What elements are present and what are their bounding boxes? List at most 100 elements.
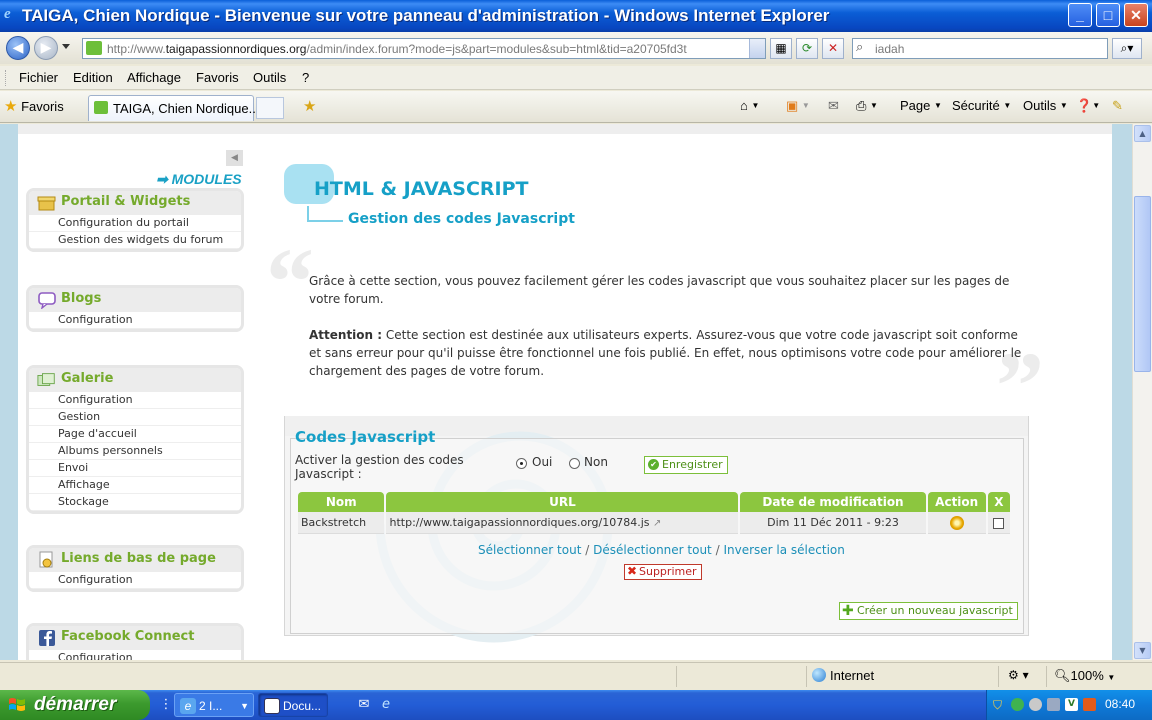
sidebar-item-envoi[interactable]: Envoi bbox=[29, 460, 241, 477]
row-checkbox[interactable] bbox=[993, 517, 1005, 529]
sidebar-item-configuration-portail[interactable]: Configuration du portail bbox=[29, 215, 241, 232]
protected-mode-icon[interactable]: ⚙ ▾ bbox=[1008, 668, 1029, 682]
security-menu[interactable]: Sécurité ▼ bbox=[952, 98, 1011, 113]
create-javascript-button[interactable]: ✚ Créer un nouveau javascript bbox=[839, 602, 1018, 620]
cell-url[interactable]: http://www.taigapassionnordiques.org/107… bbox=[386, 512, 739, 534]
status-divider bbox=[1046, 666, 1047, 687]
tab-active[interactable]: TAIGA, Chien Nordique... bbox=[88, 95, 259, 121]
page-menu[interactable]: Page ▼ bbox=[900, 98, 942, 113]
favorites-button[interactable]: ★ Favoris bbox=[4, 97, 64, 115]
header-connector bbox=[307, 220, 343, 222]
stop-icon[interactable]: ✕ bbox=[822, 38, 844, 59]
feeds-icon[interactable]: ▣ ▼ bbox=[786, 98, 810, 114]
zoom-level[interactable]: 🔍︎100% ▼ bbox=[1054, 668, 1115, 684]
external-link-icon[interactable]: ↗ bbox=[653, 518, 661, 529]
menu-affichage[interactable]: Affichage bbox=[127, 70, 181, 85]
scroll-up-arrow-icon[interactable]: ▲ bbox=[1134, 125, 1151, 142]
column-header-nom[interactable]: Nom bbox=[298, 492, 385, 512]
new-tab-button[interactable] bbox=[256, 97, 284, 119]
tools-menu[interactable]: Outils ▼ bbox=[1023, 98, 1068, 113]
history-dropdown-icon[interactable] bbox=[62, 44, 70, 49]
maximize-button[interactable]: □ bbox=[1096, 3, 1120, 27]
tray-update-icon[interactable] bbox=[1083, 698, 1096, 711]
toolbar-grip bbox=[5, 70, 8, 86]
help-icon[interactable]: ❓▼ bbox=[1076, 98, 1100, 114]
vertical-scrollbar[interactable]: ▲ ▼ bbox=[1132, 124, 1152, 660]
close-button[interactable]: ✕ bbox=[1124, 3, 1148, 27]
sidebar-item-stockage[interactable]: Stockage bbox=[29, 494, 241, 511]
sidebar-item-affichage[interactable]: Affichage bbox=[29, 477, 241, 494]
collapse-sidebar-icon[interactable]: ◀ bbox=[226, 150, 243, 166]
minimize-button[interactable]: _ bbox=[1068, 3, 1092, 27]
menu-edition[interactable]: Edition bbox=[73, 70, 113, 85]
invert-selection-link[interactable]: Inverser la sélection bbox=[723, 543, 844, 557]
script-url-link[interactable]: http://www.taigapassionnordiques.org/107… bbox=[389, 516, 649, 529]
document-taskbar-icon bbox=[264, 698, 280, 714]
start-button[interactable]: démarrer bbox=[0, 690, 150, 720]
page-title: HTML & JAVASCRIPT bbox=[314, 178, 529, 200]
save-button[interactable]: ✔ Enregistrer bbox=[644, 456, 728, 474]
sidebar-group-galerie: Galerie Configuration Gestion Page d'acc… bbox=[26, 365, 244, 514]
tab-bar: ★ Favoris TAIGA, Chien Nordique... ★ ⌂ ▼… bbox=[0, 91, 1152, 123]
print-icon[interactable]: ⎙ ▼ bbox=[856, 98, 878, 114]
taskbar-item-ie[interactable]: e 2 I... ▼ bbox=[174, 693, 254, 717]
group-dropdown-icon[interactable]: ▼ bbox=[240, 694, 249, 718]
forward-button[interactable]: ▶ bbox=[34, 36, 58, 60]
taskbar-item-document[interactable]: Docu... bbox=[258, 693, 328, 717]
edit-gear-icon[interactable] bbox=[949, 515, 964, 530]
radio-oui-label[interactable]: Oui bbox=[532, 455, 552, 469]
scroll-thumb[interactable] bbox=[1134, 196, 1151, 372]
menu-fichier[interactable]: Fichier bbox=[19, 70, 58, 85]
search-go-button[interactable]: ⌕▾ bbox=[1112, 38, 1142, 59]
zoom-dropdown-icon[interactable]: ▼ bbox=[1107, 673, 1115, 682]
column-header-url[interactable]: URL bbox=[386, 492, 739, 512]
window-title-bar[interactable]: e TAIGA, Chien Nordique - Bienvenue sur … bbox=[0, 0, 1152, 32]
sidebar-item-albums-personnels[interactable]: Albums personnels bbox=[29, 443, 241, 460]
quicklaunch-ie-icon[interactable]: e bbox=[378, 697, 394, 713]
deselect-all-link[interactable]: Désélectionner tout bbox=[593, 543, 712, 557]
select-all-link[interactable]: Sélectionner tout bbox=[478, 543, 581, 557]
sidebar-item-gestion[interactable]: Gestion bbox=[29, 409, 241, 426]
delete-button[interactable]: ✖ Supprimer bbox=[624, 564, 702, 580]
sidebar-item-configuration-galerie[interactable]: Configuration bbox=[29, 392, 241, 409]
zoom-value: 100% bbox=[1070, 668, 1104, 683]
security-shield-icon[interactable]: ⛉ bbox=[993, 698, 1006, 712]
cell-select bbox=[987, 512, 1010, 534]
quicklaunch-app-icon[interactable]: ✉ bbox=[356, 697, 372, 713]
sidebar-item-gestion-widgets[interactable]: Gestion des widgets du forum bbox=[29, 232, 241, 249]
volume-icon[interactable] bbox=[1029, 698, 1042, 711]
back-button[interactable]: ◀ bbox=[6, 36, 30, 60]
search-placeholder: iadah bbox=[875, 42, 905, 56]
sidebar-item-page-accueil[interactable]: Page d'accueil bbox=[29, 426, 241, 443]
column-header-date[interactable]: Date de modification bbox=[740, 492, 926, 512]
tray-app-icon[interactable] bbox=[1047, 698, 1060, 711]
address-bar[interactable]: http://www.taigapassionnordiques.org/adm… bbox=[82, 38, 766, 59]
tab-title: TAIGA, Chien Nordique... bbox=[113, 101, 260, 116]
refresh-icon[interactable]: ⟳ bbox=[796, 38, 818, 59]
search-input[interactable]: ⌕ iadah bbox=[852, 38, 1108, 59]
add-favorites-icon[interactable]: ★ bbox=[303, 97, 316, 115]
attention-label: Attention : bbox=[309, 328, 383, 342]
radio-non-label[interactable]: Non bbox=[584, 455, 608, 469]
address-dropdown-icon[interactable] bbox=[749, 39, 765, 58]
home-icon[interactable]: ⌂ ▼ bbox=[740, 98, 759, 113]
sidebar-item-configuration-liens[interactable]: Configuration bbox=[29, 572, 241, 589]
facebook-icon bbox=[39, 630, 55, 646]
sidebar-item-configuration-blogs[interactable]: Configuration bbox=[29, 312, 241, 329]
column-header-action: Action bbox=[927, 492, 986, 512]
menu-help[interactable]: ? bbox=[302, 70, 309, 85]
scroll-down-arrow-icon[interactable]: ▼ bbox=[1134, 642, 1151, 659]
radio-non[interactable] bbox=[569, 458, 580, 469]
network-icon[interactable] bbox=[1011, 698, 1024, 711]
radio-oui[interactable] bbox=[516, 458, 527, 469]
antivirus-icon[interactable]: V bbox=[1065, 698, 1078, 711]
sidebar-group-title: Facebook Connect bbox=[61, 629, 195, 644]
research-icon[interactable]: ✎ bbox=[1112, 98, 1123, 114]
security-zone[interactable]: Internet bbox=[812, 668, 874, 683]
address-url[interactable]: http://www.taigapassionnordiques.org/adm… bbox=[107, 42, 737, 56]
compatibility-view-icon[interactable]: ▦ bbox=[770, 38, 792, 59]
menu-outils[interactable]: Outils bbox=[253, 70, 286, 85]
sidebar-item-configuration-facebook[interactable]: Configuration bbox=[29, 650, 241, 660]
mail-icon[interactable]: ✉ bbox=[828, 98, 839, 114]
menu-favoris[interactable]: Favoris bbox=[196, 70, 239, 85]
